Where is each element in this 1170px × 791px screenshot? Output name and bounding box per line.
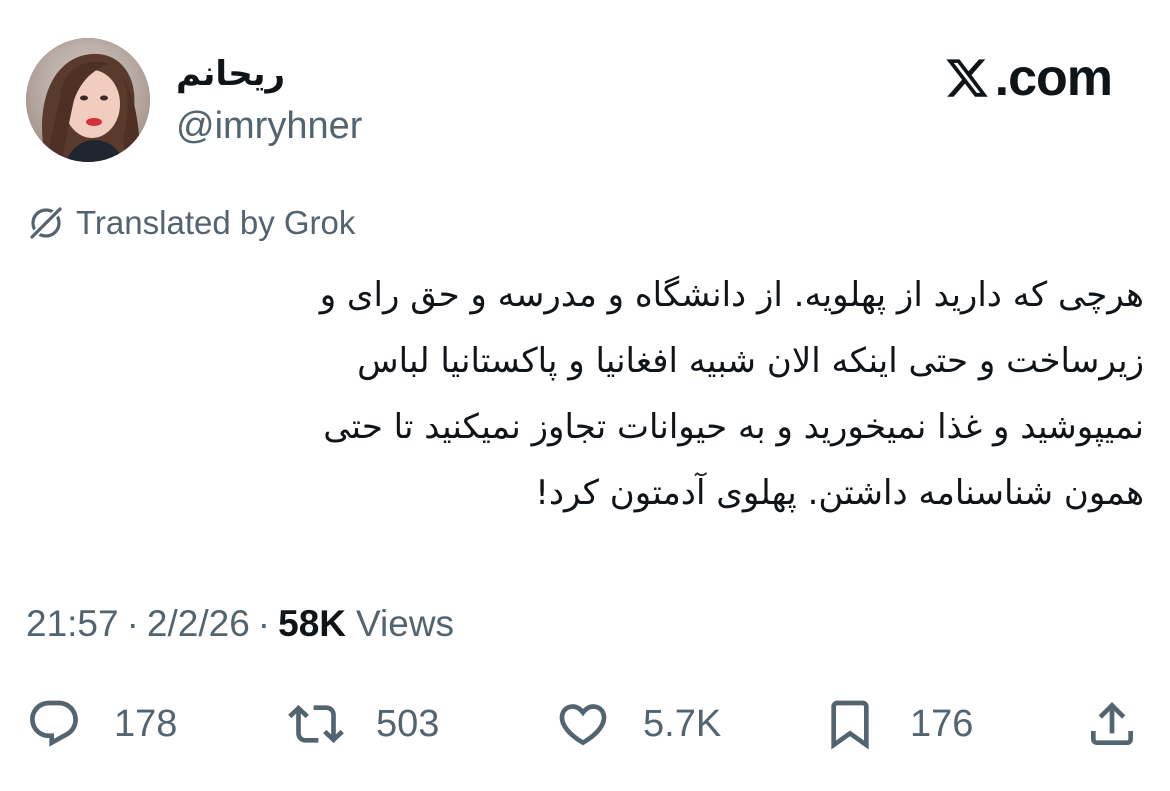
author-handle[interactable]: @imryhner (176, 104, 362, 148)
tweet-meta: 21:57 · 2/2/26 · 58K Views (26, 600, 454, 648)
views-label: Views (356, 603, 455, 644)
tweet-line: هرچی که دارید از پهلویه. از دانشگاه و مد… (319, 275, 1144, 315)
tweet-line: زیرساخت و حتی اینکه الان شبیه افغانیا و … (357, 341, 1144, 381)
heart-icon (559, 704, 607, 746)
x-logo-icon (946, 59, 988, 97)
repost-button[interactable]: 503 (288, 694, 439, 754)
author-avatar[interactable] (26, 38, 150, 162)
repost-icon (288, 705, 344, 743)
share-icon (1091, 702, 1133, 745)
tweet-date[interactable]: 2/2/26 (147, 600, 250, 648)
bookmark-icon (831, 700, 869, 750)
reply-icon (30, 700, 78, 747)
tweet-line: نمیپوشید و غذا نمیخورید و به حیوانات تجا… (323, 407, 1144, 447)
tweet-time[interactable]: 21:57 (26, 600, 119, 648)
translation-notice[interactable]: Translated by Grok (26, 202, 355, 244)
like-count: 5.7K (643, 703, 722, 745)
bookmark-count: 176 (910, 703, 974, 745)
like-button[interactable]: 5.7K (555, 694, 721, 754)
translation-label: Translated by Grok (76, 204, 356, 241)
tweet-text: هرچی که دارید از پهلویه. از دانشگاه و مد… (26, 262, 1144, 526)
repost-count: 503 (376, 703, 440, 745)
reply-count: 178 (114, 703, 178, 745)
author-display-name[interactable]: ریحانم (176, 52, 285, 96)
reply-button[interactable]: 178 (26, 694, 177, 754)
bookmark-button[interactable]: 176 (822, 694, 973, 754)
profile-photo (26, 38, 150, 162)
meta-separator: · (126, 603, 139, 644)
brand-text: .com (994, 49, 1113, 107)
brand-watermark: .com (943, 48, 1113, 108)
grok-icon (28, 205, 64, 241)
action-bar: 178 503 5.7K 176 (0, 694, 1170, 754)
meta-separator: · (257, 603, 271, 644)
tweet-line: همون شناسنامه داشتن. پهلوی آدمتون کرد! (535, 473, 1144, 513)
share-button[interactable] (1084, 694, 1140, 754)
views-count[interactable]: 58K (278, 600, 346, 648)
